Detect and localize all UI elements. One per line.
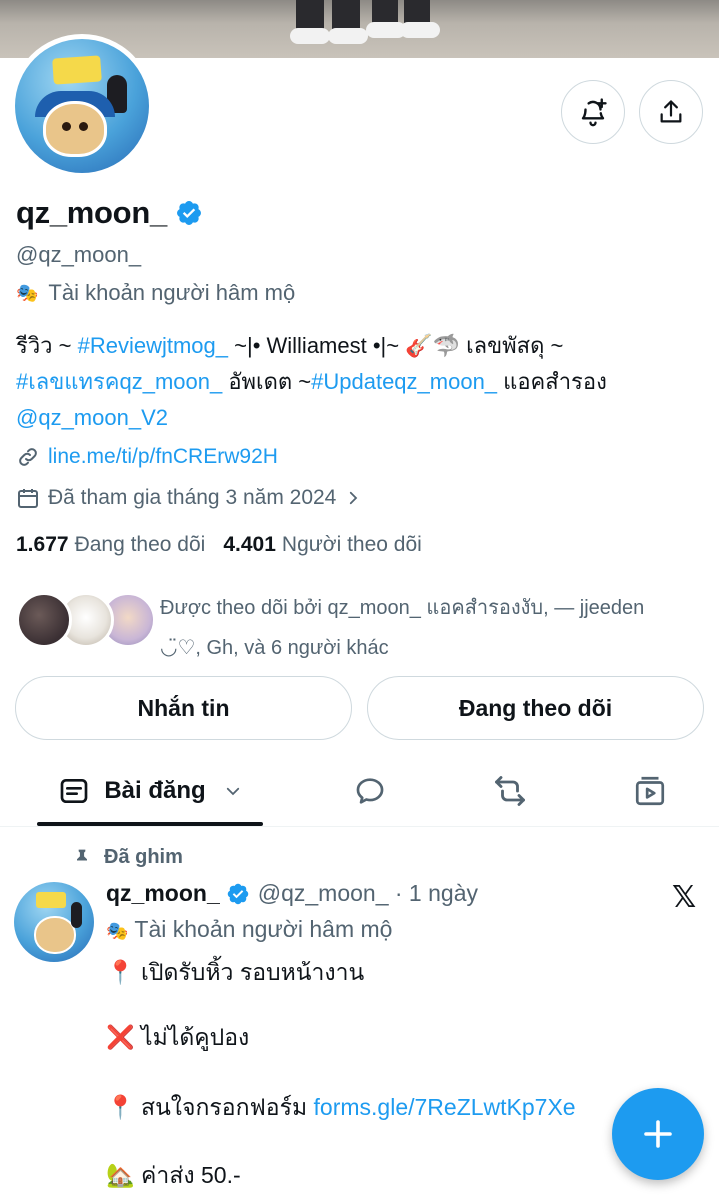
- fan-account-label: 🎭 Tài khoản người hâm mộ: [16, 280, 295, 306]
- tab-posts-label: Bài đăng: [104, 777, 206, 804]
- posts-tab-icon: [60, 779, 88, 803]
- followed-by-line: ◡̈♡, Gh, và 6 người khác: [160, 637, 389, 659]
- profile-bio: รีวิว ~ #Reviewjtmog_ ~|• Williamest •|~…: [16, 328, 711, 436]
- tab-posts[interactable]: Bài đăng: [37, 755, 263, 827]
- post-author-avatar[interactable]: [14, 882, 94, 962]
- profile-link-row: line.me/ti/p/fnCRErw92H: [16, 445, 278, 469]
- banner-figure: [400, 22, 440, 38]
- following-label: Đang theo dõi: [74, 533, 206, 556]
- x-logo-icon[interactable]: 𝕏: [672, 880, 696, 915]
- replies-icon: [356, 778, 384, 804]
- bio-hashtag[interactable]: #Reviewjtmog_: [78, 333, 228, 358]
- profile-website-link[interactable]: line.me/ti/p/fnCRErw92H: [48, 445, 278, 469]
- profile-tabs: Bài đăng: [0, 755, 719, 827]
- bio-text: แอคสำรอง: [497, 369, 607, 394]
- banner-figure: [290, 28, 330, 44]
- following-count: 1.677: [16, 533, 69, 556]
- pinned-text: Đã ghim: [104, 846, 183, 868]
- link-icon: [19, 448, 37, 466]
- calendar-icon: [18, 489, 38, 508]
- banner-figure: [328, 28, 368, 44]
- pinned-label: Đã ghim: [72, 846, 183, 869]
- follow-stats: 1.677 Đang theo dõi 4.401 Người theo dõi: [16, 533, 422, 557]
- post-header: qz_moon_ @qz_moon_ · 1 ngày: [106, 880, 478, 907]
- joined-date: Đã tham gia tháng 3 năm 2024: [48, 486, 337, 509]
- bio-text: ~|• Williamest •|~ 🎸🦈 เลขพัสดุ ~: [228, 333, 564, 358]
- share-button[interactable]: [639, 80, 703, 144]
- theater-mask-icon: 🎭: [106, 921, 129, 941]
- post-line: ❌ ไม่ได้คูปอง: [106, 1024, 250, 1050]
- bio-hashtag[interactable]: #Updateqz_moon_: [311, 369, 497, 394]
- share-icon: [660, 100, 682, 123]
- plus-icon: [644, 1120, 672, 1148]
- bio-text: อัพเดต ~: [222, 369, 312, 394]
- verified-badge-icon[interactable]: [175, 199, 203, 227]
- bio-mention[interactable]: @qz_moon_V2: [16, 405, 168, 430]
- profile-handle: @qz_moon_: [16, 242, 142, 267]
- notifications-button[interactable]: [561, 80, 625, 144]
- bio-hashtag[interactable]: #เลขแทรคqz_moon_: [16, 369, 222, 394]
- display-name: qz_moon_: [16, 195, 167, 230]
- compose-button[interactable]: [612, 1088, 704, 1180]
- fan-account-text: Tài khoản người hâm mộ: [48, 280, 296, 305]
- followed-by-line: Được theo dõi bởi qz_moon_ แอคสำรองงับ, …: [160, 597, 645, 619]
- bell-plus-icon: [581, 98, 607, 127]
- tab-media[interactable]: [615, 755, 685, 827]
- post-fan-label: 🎭 Tài khoản người hâm mộ: [106, 916, 716, 943]
- follower-avatar: [16, 592, 72, 648]
- pin-icon: [77, 849, 87, 866]
- retweet-icon: [495, 776, 525, 806]
- chevron-right-icon: [350, 491, 358, 505]
- post-form-link[interactable]: forms.gle/7ReZLwtKp7Xe: [314, 1094, 576, 1120]
- media-icon: [635, 776, 665, 806]
- theater-mask-icon: 🎭: [16, 282, 39, 303]
- followers-count: 4.401: [223, 533, 276, 556]
- chevron-down-icon: [226, 787, 239, 796]
- post-handle-time: @qz_moon_ · 1 ngày: [257, 880, 478, 906]
- following-stat[interactable]: 1.677 Đang theo dõi: [16, 533, 205, 557]
- followed-by-text: Được theo dõi bởi qz_moon_ แอคสำรองงับ, …: [160, 588, 719, 668]
- post-fan-text: Tài khoản người hâm mộ: [134, 916, 393, 942]
- profile-avatar[interactable]: [10, 34, 154, 178]
- verified-badge-icon: [226, 882, 250, 906]
- followers-stat[interactable]: 4.401 Người theo dõi: [223, 533, 421, 557]
- tab-reposts[interactable]: [475, 755, 545, 827]
- bio-text: รีวิว ~: [16, 333, 78, 358]
- message-button[interactable]: Nhắn tin: [15, 676, 352, 740]
- profile-joined-row[interactable]: Đã tham gia tháng 3 năm 2024: [16, 486, 370, 510]
- following-button[interactable]: Đang theo dõi: [367, 676, 704, 740]
- post-line: 📍 เปิดรับหิ้ว รอบหน้างาน: [106, 959, 365, 985]
- followers-label: Người theo dõi: [281, 533, 422, 556]
- tabs-divider: [0, 826, 719, 827]
- profile-name-row: qz_moon_: [16, 195, 203, 231]
- post-author-name[interactable]: qz_moon_: [106, 880, 220, 907]
- tab-replies[interactable]: [335, 755, 405, 827]
- post-text: 📍 สนใจกรอกฟอร์ม: [106, 1094, 314, 1120]
